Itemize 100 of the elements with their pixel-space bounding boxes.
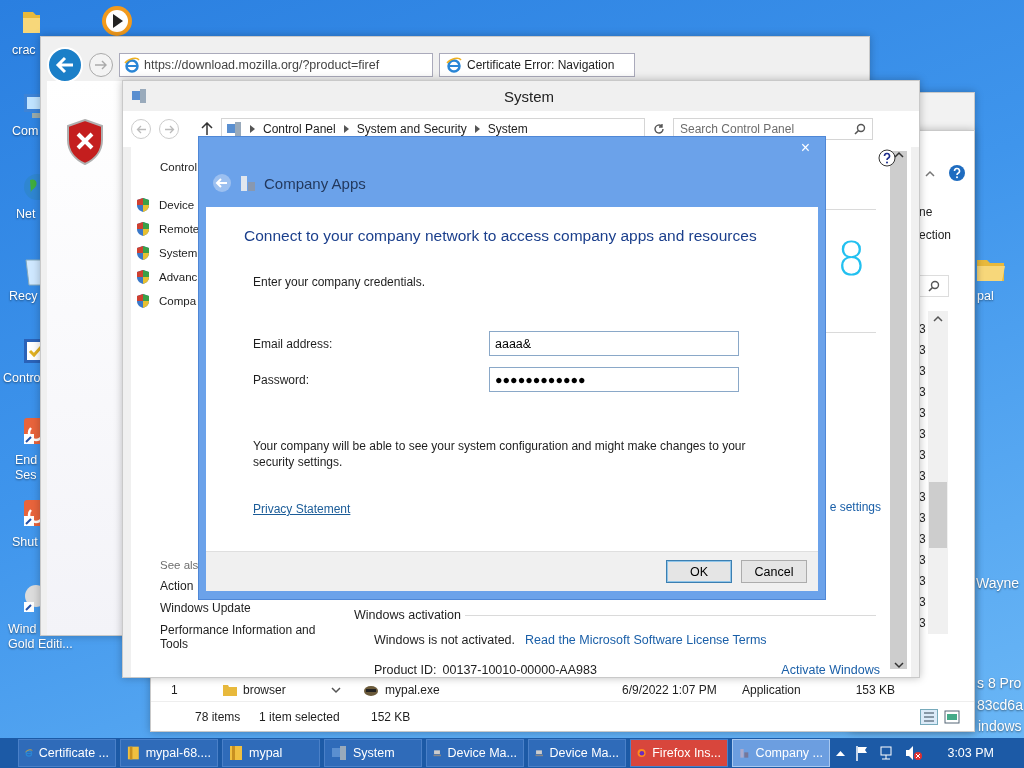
- table-cell-text: 3: [919, 573, 926, 590]
- desktop-icon-label: pal: [977, 289, 994, 304]
- taskbar-button[interactable]: mypal-68....: [120, 739, 218, 767]
- taskbar-button[interactable]: System: [324, 739, 422, 767]
- nav-link[interactable]: Control: [160, 161, 198, 173]
- activation-status: Windows is not activated.: [374, 633, 516, 647]
- arrow-right-icon: [163, 124, 175, 134]
- field-label: Password:: [253, 372, 311, 387]
- nav-item[interactable]: browser: [243, 683, 331, 697]
- power-icon[interactable]: [22, 416, 40, 446]
- desktop-watermark-text: 83cd6a: [977, 698, 1023, 713]
- taskbar-button[interactable]: Device Ma...: [426, 739, 524, 767]
- caret-up-icon[interactable]: [836, 750, 846, 756]
- settings-link[interactable]: e settings: [829, 500, 881, 514]
- logo-text: 8: [836, 236, 866, 282]
- shield-icon: [136, 245, 150, 261]
- flag-icon[interactable]: [855, 745, 870, 761]
- see-also-link[interactable]: Windows Update: [160, 601, 340, 615]
- task-link[interactable]: Remote: [159, 223, 200, 235]
- task-link[interactable]: Compa: [159, 295, 197, 307]
- desktop-icon-label: Shut: [12, 535, 38, 550]
- desktop-icon-label: Ses: [15, 468, 38, 483]
- thumbnail-view-icon[interactable]: [944, 708, 960, 725]
- scrollbar[interactable]: [890, 151, 907, 669]
- section-title: Windows activation: [354, 608, 461, 622]
- table-cell-text: 3: [919, 321, 926, 338]
- breadcrumb-item[interactable]: Control Panel: [263, 122, 336, 136]
- volume-muted-icon[interactable]: [905, 745, 924, 761]
- disc-icon[interactable]: [22, 584, 40, 614]
- dialog-button[interactable]: OK: [666, 560, 732, 583]
- product-id-label: Product ID:: [374, 663, 437, 677]
- privacy-link[interactable]: Privacy Statement: [253, 502, 351, 516]
- scrollbar-thumb[interactable]: [928, 482, 947, 548]
- pane-text: ection: [919, 227, 953, 244]
- raccoon-icon: [363, 683, 379, 697]
- desktop-icon-label: Com: [12, 124, 39, 139]
- input-field[interactable]: ●●●●●●●●●●●●: [489, 367, 739, 392]
- browser-tab[interactable]: Certificate Error: Navigation: [439, 53, 635, 77]
- search-icon: [854, 123, 866, 135]
- file-size: 153 KB: [854, 683, 895, 697]
- media-player-icon[interactable]: [100, 4, 134, 36]
- help-icon[interactable]: [878, 149, 896, 167]
- scrollbar[interactable]: [927, 311, 948, 634]
- folder-icon: [223, 684, 237, 696]
- task-link[interactable]: System: [159, 247, 198, 259]
- clock[interactable]: 3:03 PM: [947, 746, 994, 760]
- see-also-link[interactable]: Performance Information and Tools: [160, 623, 340, 651]
- refresh-icon[interactable]: [653, 123, 665, 135]
- table-cell-text: 3: [919, 510, 926, 527]
- dialog-button[interactable]: Cancel: [741, 560, 807, 583]
- arrow-up-icon[interactable]: [201, 122, 213, 136]
- folder-icon: [229, 745, 243, 761]
- shield-icon: [136, 269, 150, 285]
- status-text: 1 item selected: [259, 709, 341, 724]
- desktop-icon-label: crac: [12, 43, 36, 58]
- arrow-left-icon: [135, 124, 147, 134]
- power-icon[interactable]: [22, 498, 40, 528]
- shield-icon: [136, 293, 150, 309]
- help-icon[interactable]: [949, 165, 965, 181]
- table-cell-text: 3: [919, 489, 926, 506]
- taskbar-button[interactable]: Certificate ...: [18, 739, 116, 767]
- window-title: System: [503, 87, 555, 105]
- license-link[interactable]: Read the Microsoft Software License Terms: [525, 633, 767, 647]
- details-view-icon[interactable]: [920, 708, 938, 725]
- task-link[interactable]: Advanc: [159, 271, 198, 283]
- arrow-right-icon: [94, 59, 108, 71]
- taskbar-button[interactable]: Firefox Ins...: [630, 739, 728, 767]
- dialog-heading: Connect to your company network to access company apps and resources: [244, 227, 758, 245]
- desktop-icon-label: Net: [16, 207, 36, 222]
- desktop-icon-label: Recy: [9, 289, 38, 304]
- table-cell-text: 3: [919, 405, 926, 422]
- task-link[interactable]: Device: [159, 199, 195, 211]
- table-cell-text: 3: [919, 552, 926, 569]
- breadcrumb-item[interactable]: System: [487, 122, 528, 136]
- chevron-up-icon[interactable]: [932, 315, 943, 322]
- pane-text: ne: [919, 204, 934, 221]
- dialog-title: Company Apps: [264, 174, 366, 192]
- chevron-up-icon[interactable]: [893, 151, 904, 158]
- taskbar-button[interactable]: mypal: [222, 739, 320, 767]
- table-cell-text: 3: [919, 615, 926, 632]
- table-cell-text: 3: [919, 531, 926, 548]
- arrow-left-icon: [55, 56, 75, 74]
- file-name[interactable]: mypal.exe: [385, 683, 622, 697]
- chevron-down-icon[interactable]: [893, 662, 904, 669]
- status-text: 78 items: [195, 709, 242, 724]
- computer-icon[interactable]: [22, 92, 40, 120]
- ie-icon: [446, 57, 462, 73]
- address-bar[interactable]: https://download.mozilla.org/?product=firef: [119, 53, 433, 77]
- file-type: Application: [742, 683, 802, 697]
- product-id: 00137-10010-00000-AA983: [442, 663, 597, 677]
- table-cell-text: 3: [919, 594, 926, 611]
- input-field[interactable]: aaaa&: [489, 331, 739, 356]
- error-shield-icon: [66, 119, 104, 165]
- table-cell-text: 3: [919, 342, 926, 359]
- activate-link[interactable]: Activate Windows: [781, 663, 880, 677]
- control-panel-icon[interactable]: [22, 336, 40, 366]
- chevron-down-icon[interactable]: [331, 686, 341, 694]
- nav-text: 1: [171, 683, 179, 697]
- taskbar-button[interactable]: Device Ma...: [528, 739, 626, 767]
- breadcrumb-item[interactable]: System and Security: [356, 122, 467, 136]
